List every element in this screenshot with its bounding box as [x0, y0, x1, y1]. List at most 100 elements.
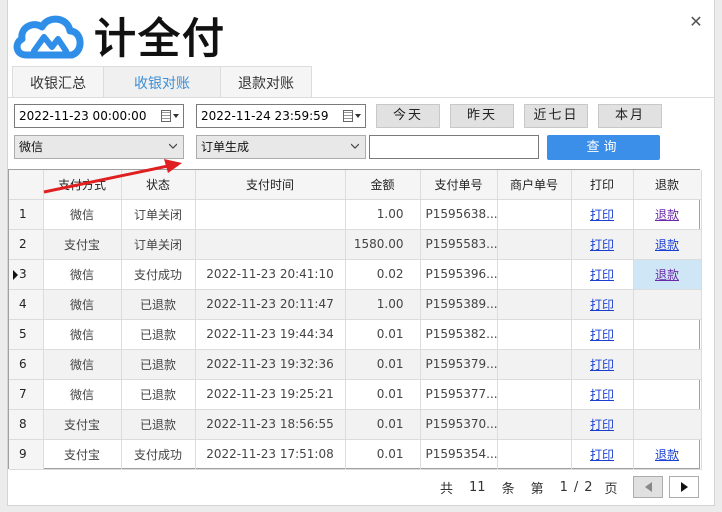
cell-amount: 0.01 [345, 409, 421, 440]
header-merchant-no[interactable]: 商户单号 [497, 170, 572, 200]
cell-print: 打印 [571, 319, 634, 350]
cell-merchant-no [497, 229, 572, 260]
cell-pay-method: 微信 [43, 289, 122, 320]
cell-amount: 0.01 [345, 319, 421, 350]
yesterday-button[interactable]: 昨天 [450, 104, 514, 128]
print-link[interactable]: 打印 [590, 448, 614, 462]
this-month-button[interactable]: 本月 [598, 104, 662, 128]
print-link[interactable]: 打印 [590, 358, 614, 372]
table-row-selected[interactable]: 3 微信 支付成功 2022-11-23 20:41:10 0.02 P1595… [9, 259, 702, 290]
row-number: 9 [9, 439, 44, 470]
cell-merchant-no [497, 349, 572, 380]
pager-page-unit: 页 [604, 481, 618, 497]
cell-status: 支付成功 [121, 439, 196, 470]
cell-refund: 退款 [633, 439, 702, 470]
prev-page-icon [644, 482, 652, 492]
cell-status: 订单关闭 [121, 199, 196, 230]
table-row[interactable]: 1 微信 订单关闭 1.00 P1595638... 打印 退款 [9, 199, 702, 230]
cell-status: 订单关闭 [121, 229, 196, 260]
pager-current-page: 1 [559, 479, 568, 495]
cell-pay-no: P1595396... [420, 259, 498, 290]
cell-merchant-no [497, 259, 572, 290]
cell-pay-time: 2022-11-23 20:11:47 [195, 289, 346, 320]
calendar-icon[interactable] [161, 109, 179, 123]
cell-amount: 1.00 [345, 289, 421, 320]
table-row[interactable]: 8 支付宝 已退款 2022-11-23 18:56:55 0.01 P1595… [9, 409, 702, 440]
tab-cash-reconciliation[interactable]: 收银对账 [103, 66, 221, 98]
print-link[interactable]: 打印 [590, 298, 614, 312]
table-row[interactable]: 6 微信 已退款 2022-11-23 19:32:36 0.01 P15953… [9, 349, 702, 380]
cell-print: 打印 [571, 409, 634, 440]
cell-print: 打印 [571, 259, 634, 290]
print-link[interactable]: 打印 [590, 238, 614, 252]
next-page-button[interactable] [669, 476, 699, 498]
order-status-select[interactable]: 订单生成 [196, 135, 366, 159]
header-refund[interactable]: 退款 [633, 170, 702, 200]
search-button[interactable]: 查询 [547, 135, 660, 160]
orders-table: 支付方式 状态 支付时间 金额 支付单号 商户单号 打印 退款 1 微信 订单关… [9, 170, 702, 470]
tab-refund-reconciliation[interactable]: 退款对账 [220, 66, 312, 98]
pager-total-prefix: 共 [440, 481, 454, 497]
tab-cash-summary[interactable]: 收银汇总 [12, 66, 104, 98]
print-link[interactable]: 打印 [590, 208, 614, 222]
table-row[interactable]: 5 微信 已退款 2022-11-23 19:44:34 0.01 P15953… [9, 319, 702, 350]
table-header-row: 支付方式 状态 支付时间 金额 支付单号 商户单号 打印 退款 [9, 170, 702, 200]
refund-link[interactable]: 退款 [655, 268, 679, 282]
header-print[interactable]: 打印 [571, 170, 634, 200]
today-button[interactable]: 今天 [376, 104, 440, 128]
cell-status: 已退款 [121, 319, 196, 350]
cell-print: 打印 [571, 439, 634, 470]
cell-print: 打印 [571, 379, 634, 410]
row-number: 2 [9, 229, 44, 260]
row-number: 6 [9, 349, 44, 380]
start-datetime-picker[interactable]: 2022-11-23 00:00:00 [14, 104, 184, 128]
cell-refund [633, 349, 702, 380]
prev-page-button[interactable] [633, 476, 663, 498]
refund-link[interactable]: 退款 [655, 238, 679, 252]
cell-print: 打印 [571, 199, 634, 230]
tab-divider [8, 97, 714, 98]
calendar-icon[interactable] [343, 109, 361, 123]
cell-pay-method: 支付宝 [43, 409, 122, 440]
cell-pay-method: 微信 [43, 349, 122, 380]
header-pay-no[interactable]: 支付单号 [420, 170, 498, 200]
cell-pay-no: P1595583... [420, 229, 498, 260]
cell-refund-selected: 退款 [633, 259, 702, 290]
cell-pay-method: 微信 [43, 259, 122, 290]
header-rownum [9, 170, 44, 200]
pager-total-pages: 2 [584, 479, 593, 495]
cell-amount: 0.01 [345, 379, 421, 410]
cell-pay-method: 支付宝 [43, 229, 122, 260]
print-link[interactable]: 打印 [590, 328, 614, 342]
pager-total-unit: 条 [501, 481, 515, 497]
last-seven-days-button[interactable]: 近七日 [524, 104, 588, 128]
cell-merchant-no [497, 199, 572, 230]
refund-link[interactable]: 退款 [655, 208, 679, 222]
print-link[interactable]: 打印 [590, 388, 614, 402]
cell-pay-method: 微信 [43, 199, 122, 230]
end-datetime-value: 2022-11-24 23:59:59 [201, 109, 329, 123]
order-number-input[interactable] [369, 135, 539, 159]
close-icon[interactable]: ✕ [686, 12, 706, 32]
print-link[interactable]: 打印 [590, 268, 614, 282]
end-datetime-picker[interactable]: 2022-11-24 23:59:59 [196, 104, 366, 128]
print-link[interactable]: 打印 [590, 418, 614, 432]
table-row[interactable]: 9 支付宝 支付成功 2022-11-23 17:51:08 0.01 P159… [9, 439, 702, 470]
cell-amount: 0.01 [345, 439, 421, 470]
header-pay-method[interactable]: 支付方式 [43, 170, 122, 200]
refund-link[interactable]: 退款 [655, 448, 679, 462]
row-number: 7 [9, 379, 44, 410]
header-pay-time[interactable]: 支付时间 [195, 170, 346, 200]
table-row[interactable]: 7 微信 已退款 2022-11-23 19:25:21 0.01 P15953… [9, 379, 702, 410]
cell-status: 支付成功 [121, 259, 196, 290]
cell-status: 已退款 [121, 289, 196, 320]
cell-pay-method: 微信 [43, 319, 122, 350]
header-status[interactable]: 状态 [121, 170, 196, 200]
cell-merchant-no [497, 319, 572, 350]
cell-pay-method: 微信 [43, 379, 122, 410]
table-row[interactable]: 4 微信 已退款 2022-11-23 20:11:47 1.00 P15953… [9, 289, 702, 320]
cell-refund [633, 409, 702, 440]
pay-method-select[interactable]: 微信 [14, 135, 184, 159]
table-row[interactable]: 2 支付宝 订单关闭 1580.00 P1595583... 打印 退款 [9, 229, 702, 260]
header-amount[interactable]: 金额 [345, 170, 421, 200]
